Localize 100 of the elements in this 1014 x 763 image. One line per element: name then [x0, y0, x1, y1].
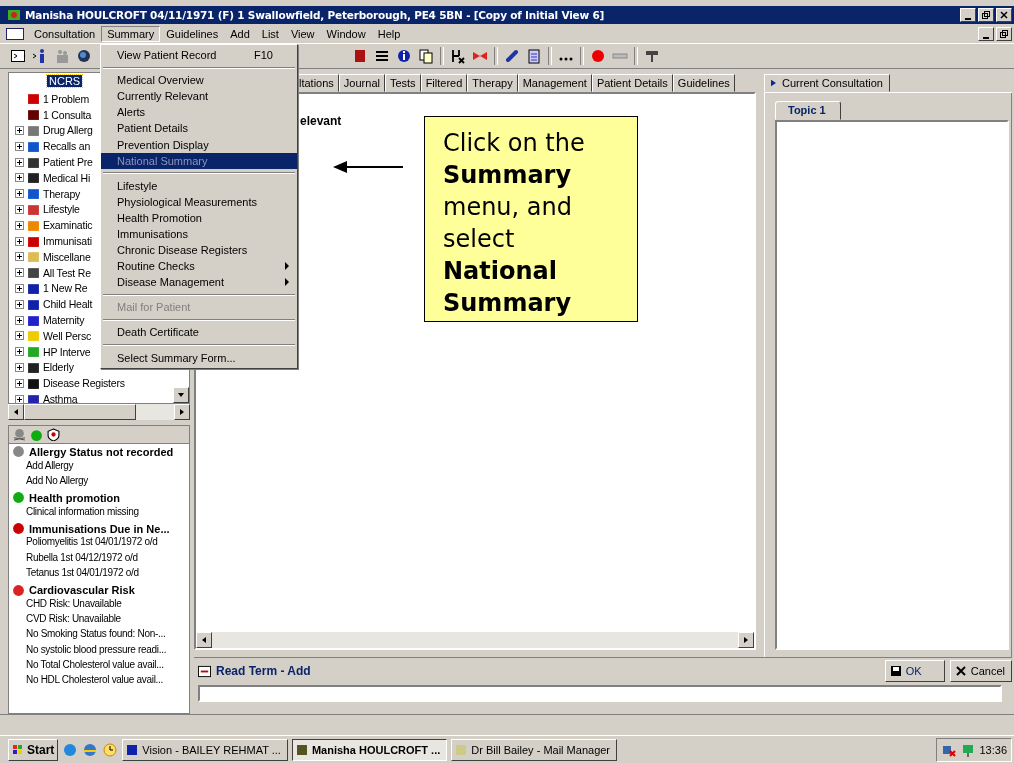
- taskbar-button[interactable]: Dr Bill Bailey - Mail Manager: [451, 738, 618, 761]
- menu-item[interactable]: Health Promotion: [101, 209, 297, 226]
- prescription-icon[interactable]: [450, 48, 466, 64]
- menu-item[interactable]: Patient Details: [101, 120, 297, 137]
- menu-item[interactable]: Add: [224, 26, 256, 42]
- tree-item[interactable]: HP Interve: [43, 345, 91, 358]
- alert-item[interactable]: CHD Risk: Unavailable: [9, 597, 189, 614]
- alert-item[interactable]: No Total Cholesterol value avail...: [9, 658, 189, 675]
- ok-button[interactable]: OK: [884, 660, 945, 682]
- expand-icon[interactable]: [15, 315, 24, 325]
- menu-item[interactable]: Window: [320, 26, 372, 42]
- menu-item[interactable]: Alerts: [101, 104, 297, 121]
- menu-item[interactable]: Routine Checks: [101, 258, 297, 275]
- tree-root[interactable]: NCRS: [47, 75, 83, 87]
- alert-item[interactable]: Clinical information missing: [9, 505, 189, 521]
- menu-item[interactable]: View Patient Record F10: [101, 47, 297, 64]
- tree-item[interactable]: Well Persc: [43, 329, 91, 342]
- capsule-icon[interactable]: [504, 48, 520, 64]
- tree-item[interactable]: Examinatic: [43, 219, 93, 232]
- alert-item[interactable]: No HDL Cholesterol value avail...: [9, 674, 189, 690]
- expand-icon[interactable]: [15, 236, 24, 246]
- minimize-button[interactable]: [960, 8, 976, 22]
- clock-icon[interactable]: [102, 741, 119, 758]
- expand-icon[interactable]: [15, 378, 24, 388]
- taskbar-button[interactable]: Vision - BAILEY REHMAT ...: [122, 738, 288, 761]
- tree-item[interactable]: 1 Problem: [43, 92, 90, 105]
- expand-icon[interactable]: [15, 299, 24, 309]
- menu-item[interactable]: Help: [371, 26, 407, 42]
- menu-item[interactable]: Lifestyle: [101, 177, 297, 194]
- restore-button[interactable]: [996, 27, 1012, 41]
- tree-item[interactable]: Recalls an: [43, 140, 91, 153]
- expand-icon[interactable]: [15, 252, 24, 262]
- alert-item[interactable]: No Smoking Status found: Non-...: [9, 628, 189, 644]
- expand-icon[interactable]: [15, 394, 24, 403]
- alert-item[interactable]: CVD Risk: Unavailable: [9, 613, 189, 629]
- menu-item[interactable]: Disease Management: [101, 274, 297, 291]
- globe-icon[interactable]: [76, 48, 92, 64]
- tree-item[interactable]: 1 Consulta: [43, 108, 92, 121]
- consultation-tab[interactable]: Current Consultation: [764, 74, 890, 92]
- skull-icon[interactable]: [13, 428, 26, 441]
- menu-item[interactable]: View: [284, 26, 321, 42]
- menu-item[interactable]: Physiological Measurements: [101, 193, 297, 210]
- menu-item[interactable]: Immunisations: [101, 225, 297, 243]
- expand-icon[interactable]: [15, 189, 24, 199]
- tree-item[interactable]: Disease Registers: [43, 377, 125, 390]
- alert-item[interactable]: Tetanus 1st 04/01/1972 o/d: [9, 567, 189, 583]
- tree-item[interactable]: Drug Allerg: [43, 124, 93, 137]
- expand-icon[interactable]: [15, 204, 24, 214]
- list-icon[interactable]: [374, 48, 390, 64]
- expand-icon[interactable]: [15, 173, 24, 183]
- alert-item[interactable]: Poliomyelitis 1st 04/01/1972 o/d: [9, 536, 189, 552]
- expand-icon[interactable]: [15, 157, 24, 167]
- console-icon[interactable]: [10, 48, 26, 64]
- tree-item[interactable]: 1 New Re: [43, 282, 88, 295]
- read-term-field[interactable]: [198, 685, 1002, 702]
- tree-item[interactable]: Patient Pre: [43, 156, 93, 169]
- tree-item[interactable]: Child Healt: [43, 298, 93, 311]
- expand-icon[interactable]: [15, 331, 24, 341]
- restore-button[interactable]: [978, 8, 994, 22]
- tree-item[interactable]: Miscellane: [43, 250, 91, 263]
- expand-icon[interactable]: [15, 362, 24, 372]
- shield-icon[interactable]: [47, 428, 60, 441]
- close-button[interactable]: [996, 8, 1012, 22]
- alert-item[interactable]: No systolic blood pressure readi...: [9, 643, 189, 659]
- tree-item[interactable]: All Test Re: [43, 266, 91, 279]
- menu-item[interactable]: Guidelines: [160, 26, 225, 42]
- expand-icon[interactable]: [15, 268, 24, 278]
- menu-item[interactable]: Medical Overview: [101, 72, 297, 89]
- menu-item[interactable]: Currently Relevant: [101, 88, 297, 105]
- horizontal-scrollbar[interactable]: [8, 404, 190, 420]
- tree-item[interactable]: Maternity: [43, 314, 85, 327]
- menu-item[interactable]: Select Summary Form...: [101, 349, 297, 366]
- alert-item[interactable]: Rubella 1st 04/12/1972 o/d: [9, 551, 189, 567]
- record-icon[interactable]: [590, 48, 606, 64]
- download-icon[interactable]: [644, 48, 660, 64]
- expand-icon[interactable]: [15, 141, 24, 151]
- menu-item[interactable]: Summary: [101, 26, 161, 42]
- expand-icon[interactable]: [15, 220, 24, 230]
- alert-item[interactable]: Add No Allergy: [9, 474, 189, 491]
- tree-item[interactable]: Therapy: [43, 187, 81, 200]
- menu-item[interactable]: Consultation: [28, 26, 102, 42]
- tree-item[interactable]: Medical Hi: [43, 171, 90, 184]
- copy-icon[interactable]: [418, 48, 434, 64]
- menu-item[interactable]: Prevention Display: [101, 136, 297, 153]
- tree-item[interactable]: Lifestyle: [43, 203, 80, 216]
- menu-item[interactable]: Chronic Disease Registers: [101, 242, 297, 259]
- tree-item[interactable]: Immunisati: [43, 235, 92, 248]
- menu-item[interactable]: List: [255, 26, 285, 42]
- notepad-icon[interactable]: [526, 48, 542, 64]
- browser-icon[interactable]: [82, 741, 99, 758]
- minimize-button[interactable]: [978, 27, 994, 41]
- scroll-down-button[interactable]: [173, 387, 189, 403]
- start-button[interactable]: Start: [8, 738, 59, 761]
- expand-icon[interactable]: [15, 126, 24, 135]
- expand-icon[interactable]: [15, 347, 24, 357]
- taskbar-button[interactable]: Manisha HOULCROFT ...: [291, 738, 448, 761]
- info-icon[interactable]: [396, 48, 412, 64]
- alert-item[interactable]: Add Allergy: [9, 459, 189, 475]
- expand-icon[interactable]: [15, 283, 24, 293]
- horizontal-scrollbar[interactable]: [196, 632, 754, 648]
